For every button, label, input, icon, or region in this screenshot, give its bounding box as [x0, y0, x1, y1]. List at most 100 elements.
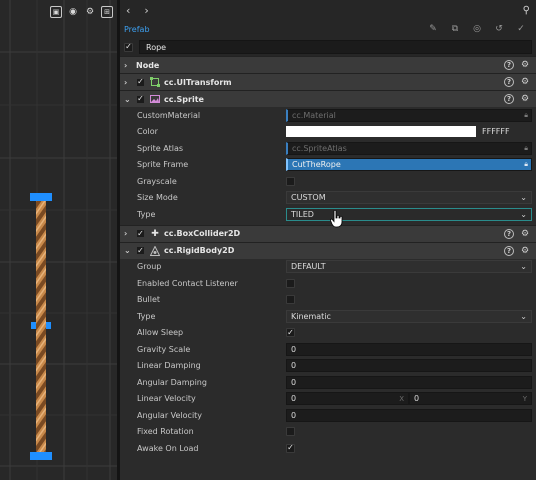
scene-grid [0, 0, 117, 480]
frame-icon[interactable]: ▣ [50, 6, 62, 18]
gravity-scale-input[interactable]: 0 [286, 342, 532, 356]
gear-icon[interactable]: ⚙ [520, 229, 530, 239]
scene-toolbar: ▣ ◉ ⚙ ⊞ [50, 6, 113, 18]
left-handle[interactable] [31, 322, 36, 329]
component-enabled-checkbox[interactable]: ✓ [136, 246, 145, 255]
color-hex[interactable]: FFFFFF [482, 127, 510, 136]
rope-sprite[interactable] [30, 193, 52, 461]
rope-body [36, 197, 46, 455]
prop-label: Linear Velocity [137, 394, 196, 404]
help-icon[interactable]: ? [504, 245, 514, 256]
prop-label: Sprite Atlas [137, 143, 184, 153]
lock-icon[interactable]: 🔒︎ [524, 160, 528, 169]
lock-icon[interactable]: 🔒︎ [524, 144, 528, 153]
fixed-rotation-checkbox[interactable] [286, 427, 295, 437]
section-node[interactable]: › Node ? ⚙ [120, 56, 536, 73]
linear-velocity-x-input[interactable]: 0X [286, 392, 409, 406]
back-icon[interactable]: ‹ [126, 4, 130, 17]
grayscale-checkbox[interactable] [286, 176, 295, 186]
gear-icon[interactable]: ⚙ [84, 6, 96, 18]
prop-label: Grayscale [137, 176, 177, 186]
gear-icon[interactable]: ⚙ [520, 77, 530, 87]
prop-bullet: Bullet [120, 292, 536, 309]
group-select[interactable]: DEFAULT ⌄ [286, 260, 532, 274]
eye-icon[interactable]: ◉ [67, 6, 79, 18]
top-handle[interactable] [30, 193, 52, 201]
forward-icon[interactable]: › [144, 4, 148, 17]
component-enabled-checkbox[interactable]: ✓ [136, 94, 145, 104]
prop-label: Awake On Load [137, 443, 199, 453]
bottom-handle[interactable] [30, 452, 52, 460]
custom-material-field[interactable]: cc.Material 🔒︎ [286, 108, 532, 122]
linear-velocity-y-input[interactable]: 0Y [409, 392, 532, 406]
lock-icon[interactable]: 🔒︎ [524, 111, 528, 120]
prop-label: Type [137, 311, 156, 321]
revert-prefab-icon[interactable]: ↺ [492, 22, 506, 36]
prop-group: Group DEFAULT ⌄ [120, 259, 536, 276]
bullet-checkbox[interactable] [286, 295, 295, 305]
apply-prefab-icon[interactable]: ✓ [514, 22, 528, 36]
expand-arrow-icon[interactable]: › [124, 61, 132, 70]
size-mode-select[interactable]: CUSTOM ⌄ [286, 191, 532, 205]
node-name-row: ✓ Rope [120, 38, 536, 56]
gear-icon[interactable]: ⚙ [520, 94, 530, 104]
sprite-frame-field[interactable]: CutTheRope 🔒︎ [286, 158, 532, 172]
section-sprite[interactable]: ⌄ ✓ cc.Sprite ? ⚙ [120, 90, 536, 107]
collapse-arrow-icon[interactable]: ⌄ [124, 95, 132, 104]
prop-awake-on-load: Awake On Load ✓ [120, 440, 536, 457]
chevron-down-icon: ⌄ [520, 193, 527, 203]
node-name-input[interactable]: Rope [139, 40, 532, 54]
axis-label: X [399, 394, 404, 403]
inspector-toolbar: ‹ › ⚲ [120, 0, 536, 20]
more-icon[interactable]: ⊞ [101, 6, 113, 18]
section-uitransform[interactable]: › ✓ cc.UITransform ? ⚙ [120, 73, 536, 90]
body-type-select[interactable]: Kinematic ⌄ [286, 309, 532, 323]
component-enabled-checkbox[interactable]: ✓ [136, 77, 145, 87]
help-icon[interactable]: ? [504, 94, 514, 104]
sprite-atlas-field[interactable]: cc.SpriteAtlas 🔒︎ [286, 141, 532, 155]
expand-arrow-icon[interactable]: › [124, 78, 132, 87]
prop-label: Angular Damping [137, 377, 207, 387]
component-enabled-checkbox[interactable]: ✓ [136, 229, 145, 238]
section-title: cc.BoxCollider2D [164, 229, 241, 238]
section-title: Node [136, 60, 160, 70]
hand-cursor-icon [330, 210, 343, 228]
right-handle[interactable] [46, 322, 51, 329]
prop-angular-velocity: Angular Velocity 0 [120, 407, 536, 424]
locate-prefab-icon[interactable]: ◎ [470, 22, 484, 36]
prefab-label: Prefab [124, 24, 150, 34]
section-title: cc.RigidBody2D [164, 246, 235, 255]
section-boxcollider[interactable]: › ✓ ✚ cc.BoxCollider2D ? ⚙ [120, 224, 536, 242]
contact-listener-checkbox[interactable] [286, 278, 295, 288]
angular-damping-input[interactable]: 0 [286, 375, 532, 389]
section-rigidbody[interactable]: ⌄ ✓ cc.RigidBody2D ? ⚙ [120, 241, 536, 259]
node-active-checkbox[interactable]: ✓ [124, 42, 133, 52]
help-icon[interactable]: ? [504, 77, 514, 87]
prop-label: Gravity Scale [137, 344, 191, 354]
help-icon[interactable]: ? [504, 228, 514, 239]
prop-label: Fixed Rotation [137, 427, 194, 437]
section-title: cc.UITransform [164, 77, 232, 87]
awake-on-load-checkbox[interactable]: ✓ [286, 443, 295, 453]
chevron-down-icon: ⌄ [520, 262, 527, 272]
prop-label: Color [137, 127, 158, 137]
sprite-type-select[interactable]: TILED ⌄ [286, 207, 532, 221]
prop-linear-velocity: Linear Velocity 0X 0Y [120, 391, 536, 408]
select-value: Kinematic [291, 311, 331, 321]
pin-icon[interactable]: ⚲ [523, 5, 530, 16]
color-swatch[interactable] [286, 126, 476, 138]
unlink-prefab-icon[interactable]: ⧉ [448, 22, 462, 36]
edit-prefab-icon[interactable]: ✎ [426, 22, 440, 36]
gear-icon[interactable]: ⚙ [520, 246, 530, 256]
prop-grayscale: Grayscale [120, 173, 536, 190]
prop-size-mode: Size Mode CUSTOM ⌄ [120, 190, 536, 207]
expand-arrow-icon[interactable]: › [124, 229, 132, 238]
allow-sleep-checkbox[interactable]: ✓ [286, 328, 295, 338]
gear-icon[interactable]: ⚙ [520, 60, 530, 70]
help-icon[interactable]: ? [504, 60, 514, 70]
linear-damping-input[interactable]: 0 [286, 359, 532, 373]
angular-velocity-input[interactable]: 0 [286, 408, 532, 422]
puzzle-icon: ✚ [151, 228, 159, 239]
collapse-arrow-icon[interactable]: ⌄ [124, 246, 132, 255]
scene-view[interactable]: ▣ ◉ ⚙ ⊞ [0, 0, 117, 480]
